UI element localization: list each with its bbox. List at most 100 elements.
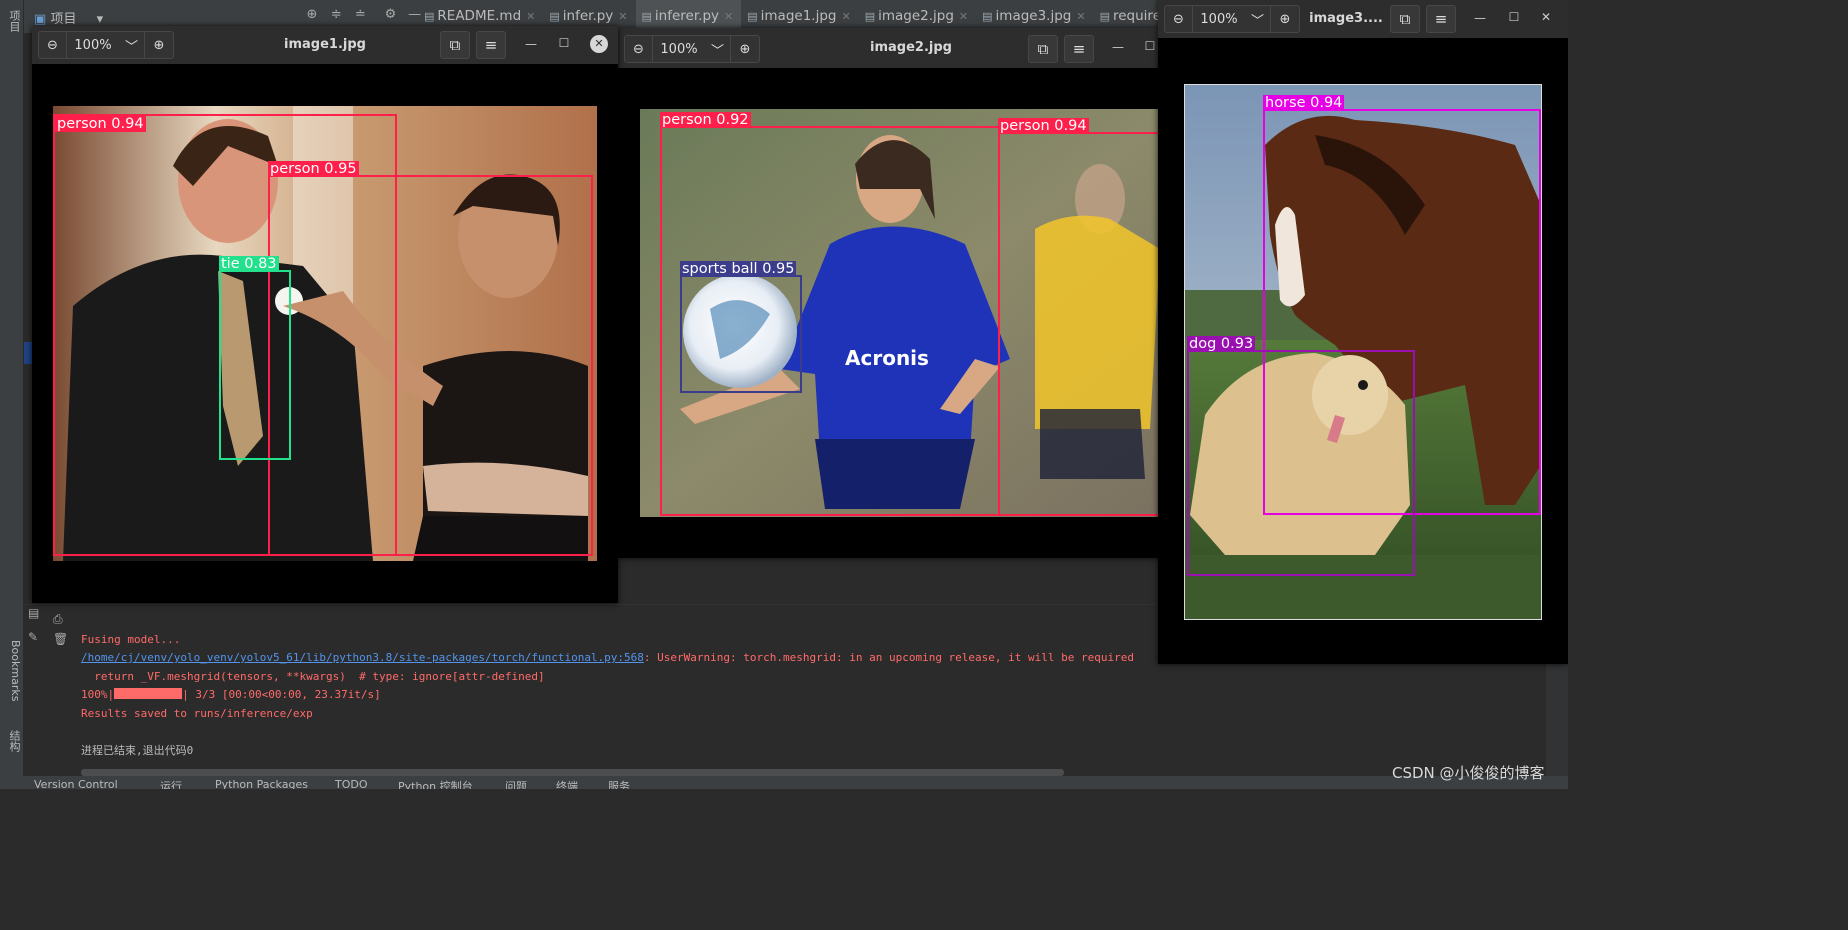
detection-box-tie: tie 0.83 xyxy=(219,256,291,460)
gear-icon[interactable]: ⚙ xyxy=(380,7,400,22)
run-panel-tools: ▤ ✎ xyxy=(26,604,48,664)
zoom-level[interactable]: 100% xyxy=(67,32,119,58)
detection-label: person 0.95 xyxy=(268,161,359,177)
folder-icon: ▣ xyxy=(34,12,47,27)
terminal-tab[interactable]: 终端 xyxy=(556,778,578,789)
menu-icon[interactable]: ≡ xyxy=(1426,5,1456,33)
viewer-title: image2.jpg xyxy=(870,40,952,55)
project-tool-tab[interactable]: 项目 xyxy=(2,10,22,32)
print-icon[interactable]: ⎙ xyxy=(53,612,63,627)
console-line: return _VF.meshgrid(tensors, **kwargs) #… xyxy=(81,669,545,683)
expand-all-icon[interactable]: ≑ xyxy=(326,7,346,22)
close-tab-icon[interactable]: ✕ xyxy=(618,10,627,23)
project-tool-icons: ⊕ ≑ ≐ ⚙ — xyxy=(302,7,425,22)
progress-bar xyxy=(114,688,183,699)
run-gutter: ⎙ 🗑 xyxy=(48,604,70,776)
problems-tab[interactable]: 问题 xyxy=(505,778,527,789)
viewer-titlebar: ⊖ 100% ﹀ ⊕ image3.... ⧉ ≡ — ☐ ✕ xyxy=(1158,0,1568,38)
zoom-level[interactable]: 100% xyxy=(1193,6,1245,32)
detection-label: person 0.92 xyxy=(660,112,751,128)
zoom-level[interactable]: 100% xyxy=(653,36,705,62)
chevron-down-icon[interactable]: ﹀ xyxy=(705,36,731,62)
file-icon: ▤ xyxy=(424,10,435,23)
maximize-icon[interactable]: ☐ xyxy=(1140,39,1160,53)
services-tab[interactable]: 服务 xyxy=(608,778,630,789)
zoom-control: ⊖ 100% ﹀ ⊕ xyxy=(624,35,760,63)
zoom-out-icon[interactable]: ⊖ xyxy=(1165,6,1193,32)
detection-box-person: person 0.94 xyxy=(998,118,1178,516)
copy-icon[interactable]: ⧉ xyxy=(1390,5,1420,33)
close-tab-icon[interactable]: ✕ xyxy=(841,10,850,23)
detection-label: horse 0.94 xyxy=(1263,95,1345,111)
ide-left-toolstrip: 项目 Bookmarks 结构 xyxy=(0,0,24,789)
copy-icon[interactable]: ⧉ xyxy=(440,31,470,59)
image-viewer-window-image3: ⊖ 100% ﹀ ⊕ image3.... ⧉ ≡ — ☐ ✕ horse 0.… xyxy=(1158,0,1568,664)
trash-icon[interactable]: 🗑 xyxy=(53,632,68,646)
editor-tab-label: image3.jpg xyxy=(995,8,1072,24)
copy-icon[interactable]: ⧉ xyxy=(1028,35,1058,63)
python-console-tab[interactable]: Python 控制台 xyxy=(398,778,473,789)
run-tab[interactable]: 运行 xyxy=(160,778,182,789)
zoom-in-icon[interactable]: ⊕ xyxy=(1271,6,1299,32)
detection-box-sports-ball: sports ball 0.95 xyxy=(680,261,802,393)
viewer-title: image1.jpg xyxy=(284,37,366,52)
detection-image-2: Acronis person 0.92 person 0.94 sports b… xyxy=(640,109,1178,517)
editor-tab-label: README.md xyxy=(437,8,522,24)
menu-icon[interactable]: ≡ xyxy=(1064,35,1094,63)
zoom-out-icon[interactable]: ⊖ xyxy=(39,32,67,58)
zoom-out-icon[interactable]: ⊖ xyxy=(625,36,653,62)
chevron-down-icon: ▾ xyxy=(96,12,104,27)
console-line: Results saved to runs/inference/exp xyxy=(81,706,313,720)
close-tab-icon[interactable]: ✕ xyxy=(959,10,968,23)
file-icon: ▤ xyxy=(747,10,758,23)
project-label: 项目 xyxy=(50,12,77,27)
structure-tool-tab[interactable]: 结构 xyxy=(2,730,22,752)
detection-image-3: horse 0.94 dog 0.93 xyxy=(1184,84,1542,620)
minimize-icon[interactable]: — xyxy=(1470,11,1490,25)
python-packages-tab[interactable]: Python Packages xyxy=(215,778,308,789)
selection-marker xyxy=(24,342,32,364)
close-icon[interactable]: ✕ xyxy=(590,35,608,53)
layout-icon[interactable]: ▤ xyxy=(28,606,39,620)
detection-label: person 0.94 xyxy=(55,116,146,132)
maximize-icon[interactable]: ☐ xyxy=(554,36,574,50)
zoom-in-icon[interactable]: ⊕ xyxy=(145,32,173,58)
ide-bottom-toolbar: Version Control 运行 Python Packages TODO … xyxy=(0,776,1568,789)
minimize-icon[interactable]: — xyxy=(521,37,541,51)
editor-tab-label: image1.jpg xyxy=(760,8,837,24)
console-horizontal-scrollbar[interactable] xyxy=(81,769,1064,776)
detection-box-dog: dog 0.93 xyxy=(1187,336,1415,576)
close-tab-icon[interactable]: ✕ xyxy=(1076,10,1085,23)
locate-icon[interactable]: ⊕ xyxy=(302,7,322,22)
desktop-screen: 项目 Bookmarks 结构 ▣ 项目 ▾ ⊕ ≑ ≐ ⚙ — ▤ README… xyxy=(0,0,1568,789)
close-tab-icon[interactable]: ✕ xyxy=(724,10,733,23)
console-line: 100%| | 3/3 [00:00<00:00, 23.37it/s] xyxy=(81,688,381,701)
pin-icon[interactable]: ✎ xyxy=(28,630,38,644)
image-viewer-window-image1: ⊖ 100% ﹀ ⊕ image1.jpg ⧉ ≡ — ☐ ✕ person 0… xyxy=(32,26,618,603)
viewer-titlebar: ⊖ 100% ﹀ ⊕ image2.jpg ⧉ ≡ — ☐ xyxy=(618,28,1178,68)
collapse-all-icon[interactable]: ≐ xyxy=(350,7,370,22)
console-line: /home/cj/venv/yolo_venv/yolov5_61/lib/py… xyxy=(81,651,1134,664)
editor-tab-label: image2.jpg xyxy=(878,8,954,24)
chevron-down-icon[interactable]: ﹀ xyxy=(119,32,145,58)
zoom-control: ⊖ 100% ﹀ ⊕ xyxy=(1164,5,1300,33)
editor-tab-label: inferer.py xyxy=(654,8,720,24)
detection-box-person: person 0.95 xyxy=(268,161,593,556)
minimize-icon[interactable]: — xyxy=(1108,40,1128,54)
zoom-in-icon[interactable]: ⊕ xyxy=(731,36,759,62)
console-file-link[interactable]: /home/cj/venv/yolo_venv/yolov5_61/lib/py… xyxy=(81,651,644,664)
menu-icon[interactable]: ≡ xyxy=(476,31,506,59)
chevron-down-icon[interactable]: ﹀ xyxy=(1245,6,1271,32)
detection-label: dog 0.93 xyxy=(1187,336,1256,352)
todo-tab[interactable]: TODO xyxy=(335,778,368,789)
maximize-icon[interactable]: ☐ xyxy=(1504,10,1524,24)
close-tab-icon[interactable]: ✕ xyxy=(526,10,535,23)
bookmarks-tool-tab[interactable]: Bookmarks xyxy=(2,640,22,701)
close-icon[interactable]: ✕ xyxy=(1536,10,1556,24)
project-selector[interactable]: ▣ 项目 ▾ xyxy=(34,8,103,27)
file-icon: ▤ xyxy=(864,10,876,23)
version-control-tab[interactable]: Version Control xyxy=(34,778,118,789)
viewer-titlebar: ⊖ 100% ﹀ ⊕ image1.jpg ⧉ ≡ — ☐ ✕ xyxy=(32,26,618,64)
zoom-control: ⊖ 100% ﹀ ⊕ xyxy=(38,31,174,59)
